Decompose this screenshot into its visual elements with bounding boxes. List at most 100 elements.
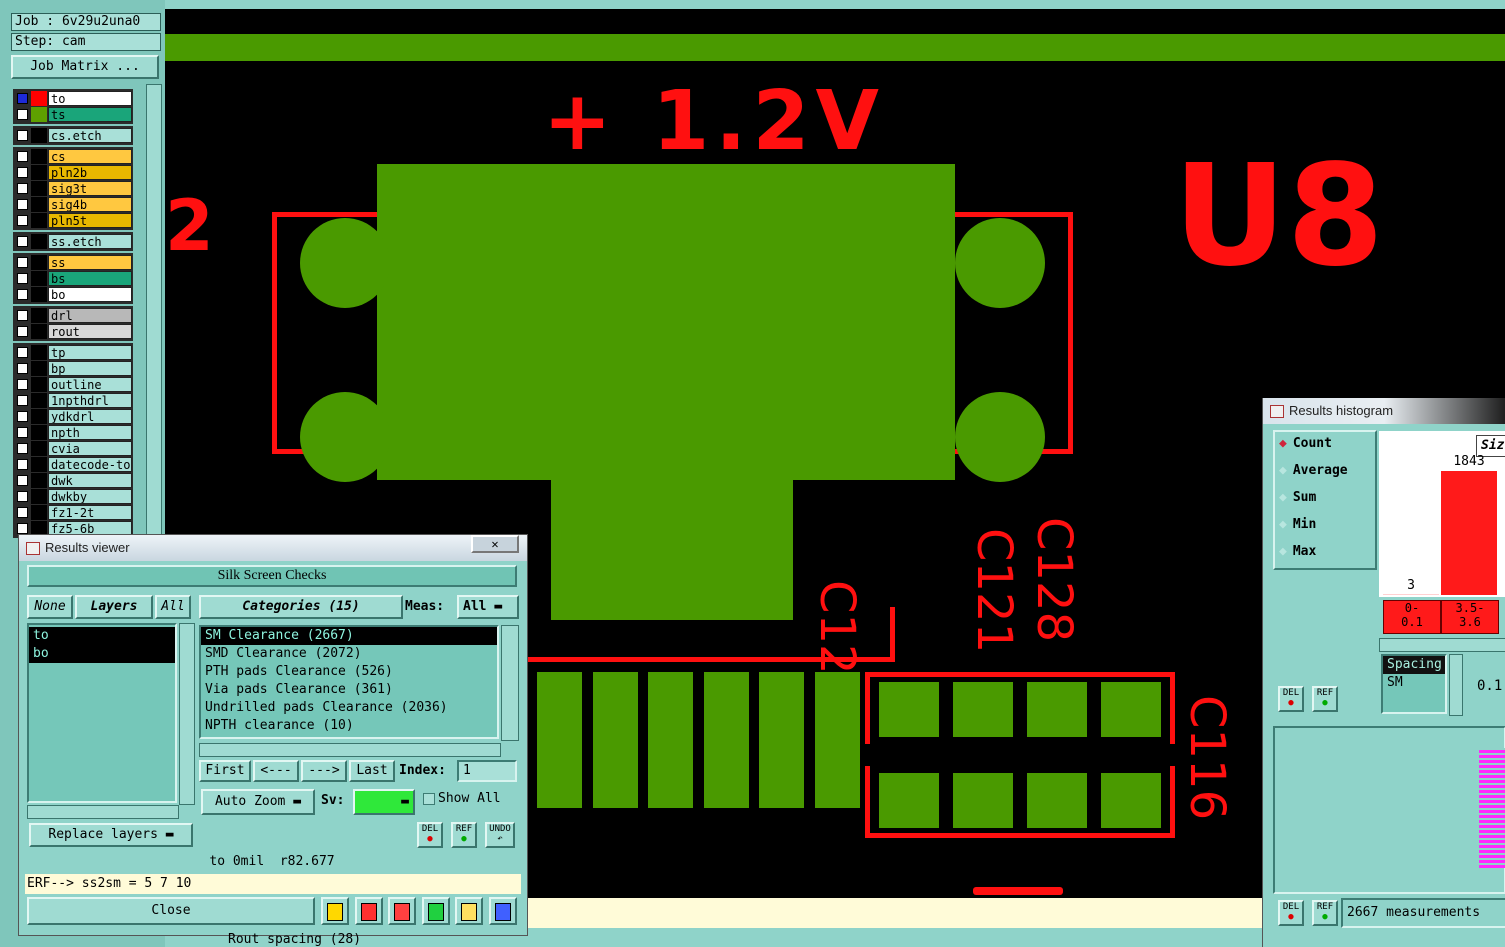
layer-row-drl[interactable]: drl bbox=[15, 308, 132, 323]
layer-name[interactable]: 1npthdrl bbox=[48, 393, 132, 408]
layer-color-swatch[interactable] bbox=[31, 149, 47, 164]
graph-icon-button[interactable] bbox=[354, 897, 383, 925]
layer-name[interactable]: cs.etch bbox=[48, 128, 132, 143]
category-item[interactable]: Via pads Clearance (361) bbox=[201, 681, 497, 699]
layer-checkbox[interactable] bbox=[17, 215, 28, 226]
layer-name[interactable]: sig4b bbox=[48, 197, 132, 212]
layer-checkbox[interactable] bbox=[17, 347, 28, 358]
spacing-item[interactable]: SM bbox=[1383, 674, 1445, 692]
layer-color-swatch[interactable] bbox=[31, 271, 47, 286]
mode-sum[interactable]: ◆ Sum bbox=[1279, 490, 1316, 505]
layer-row-tp[interactable]: tp bbox=[15, 345, 132, 360]
layer-name[interactable]: fz1-2t bbox=[48, 505, 132, 520]
report-icon-button[interactable] bbox=[321, 897, 349, 925]
layer-color-swatch[interactable] bbox=[31, 181, 47, 196]
layer-name[interactable]: cvia bbox=[48, 441, 132, 456]
mode-average[interactable]: ◆ Average bbox=[1279, 463, 1348, 478]
histogram-bar[interactable] bbox=[1441, 471, 1497, 595]
layer-row-outline[interactable]: outline bbox=[15, 377, 132, 392]
layer-color-swatch[interactable] bbox=[31, 393, 47, 408]
layer-color-swatch[interactable] bbox=[31, 213, 47, 228]
category-item[interactable]: NPTH clearance (10) bbox=[201, 717, 497, 735]
layer-color-swatch[interactable] bbox=[31, 128, 47, 143]
layer-row-ydkdrl[interactable]: ydkdrl bbox=[15, 409, 132, 424]
layer-color-swatch[interactable] bbox=[31, 255, 47, 270]
hist-ref-button[interactable]: REF ● bbox=[1312, 686, 1338, 712]
delete-icon-button[interactable] bbox=[388, 897, 416, 925]
layer-color-swatch[interactable] bbox=[31, 457, 47, 472]
layer-checkbox[interactable] bbox=[17, 183, 28, 194]
layer-checkbox[interactable] bbox=[17, 199, 28, 210]
layer-name[interactable]: tp bbox=[48, 345, 132, 360]
layer-list-item[interactable]: bo bbox=[29, 645, 175, 663]
notes-icon-button[interactable] bbox=[455, 897, 483, 925]
layer-list-item[interactable]: to bbox=[29, 627, 175, 645]
histogram-hscroll[interactable] bbox=[1379, 638, 1505, 652]
last-button[interactable]: Last bbox=[349, 760, 395, 782]
layer-color-swatch[interactable] bbox=[31, 489, 47, 504]
mode-max[interactable]: ◆ Max bbox=[1279, 544, 1316, 559]
layer-row-sig4b[interactable]: sig4b bbox=[15, 197, 132, 212]
hist-ref-button-2[interactable]: REF ● bbox=[1312, 900, 1338, 926]
categories-hscroll[interactable] bbox=[199, 743, 501, 757]
layer-color-swatch[interactable] bbox=[31, 308, 47, 323]
layer-color-swatch[interactable] bbox=[31, 425, 47, 440]
histogram-bin-label[interactable]: 0- 0.1 bbox=[1383, 600, 1441, 634]
del-button[interactable]: DEL ● bbox=[417, 822, 443, 848]
layer-checkbox[interactable] bbox=[17, 379, 28, 390]
layer-color-swatch[interactable] bbox=[31, 361, 47, 376]
window-close-button[interactable]: ✕ bbox=[471, 535, 519, 553]
category-item[interactable]: SMD Clearance (2072) bbox=[201, 645, 497, 663]
layer-color-swatch[interactable] bbox=[31, 505, 47, 520]
layer-color-swatch[interactable] bbox=[31, 409, 47, 424]
layer-row-ss.etch[interactable]: ss.etch bbox=[15, 234, 132, 249]
layer-color-swatch[interactable] bbox=[31, 287, 47, 302]
layer-name[interactable]: npth bbox=[48, 425, 132, 440]
layer-color-swatch[interactable] bbox=[31, 324, 47, 339]
highlight-icon-button[interactable] bbox=[421, 897, 450, 925]
layer-color-swatch[interactable] bbox=[31, 473, 47, 488]
layer-color-swatch[interactable] bbox=[31, 345, 47, 360]
layer-checkbox[interactable] bbox=[17, 151, 28, 162]
layer-checkbox[interactable] bbox=[17, 273, 28, 284]
category-item[interactable]: SM Clearance (2667) bbox=[201, 627, 497, 645]
layer-name[interactable]: dwk bbox=[48, 473, 132, 488]
layer-color-swatch[interactable] bbox=[31, 441, 47, 456]
layer-name[interactable]: to bbox=[48, 91, 132, 106]
layer-row-rout[interactable]: rout bbox=[15, 324, 132, 339]
layer-row-dwk[interactable]: dwk bbox=[15, 473, 132, 488]
layers-hscroll[interactable] bbox=[27, 805, 179, 819]
histogram-titlebar[interactable]: Results histogram bbox=[1263, 398, 1505, 424]
layer-checkbox[interactable] bbox=[17, 459, 28, 470]
layer-name[interactable]: pln5t bbox=[48, 213, 132, 228]
layer-color-swatch[interactable] bbox=[31, 91, 47, 106]
layer-checkbox[interactable] bbox=[17, 427, 28, 438]
index-input[interactable]: 1 bbox=[457, 760, 517, 782]
undo-button[interactable]: UNDO ↶ bbox=[485, 822, 515, 848]
layer-row-pln5t[interactable]: pln5t bbox=[15, 213, 132, 228]
layer-row-cs[interactable]: cs bbox=[15, 149, 132, 164]
layer-checkbox[interactable] bbox=[17, 411, 28, 422]
layer-row-datecode-to[interactable]: datecode-to bbox=[15, 457, 132, 472]
categories-button[interactable]: Categories (15) bbox=[199, 595, 403, 619]
hist-del-button[interactable]: DEL ● bbox=[1278, 686, 1304, 712]
layer-checkbox[interactable] bbox=[17, 130, 28, 141]
layer-checkbox[interactable] bbox=[17, 93, 28, 104]
layer-checkbox[interactable] bbox=[17, 491, 28, 502]
histogram-icon-button[interactable] bbox=[488, 897, 517, 925]
layer-row-ss[interactable]: ss bbox=[15, 255, 132, 270]
layer-row-cs.etch[interactable]: cs.etch bbox=[15, 128, 132, 143]
layer-row-1npthdrl[interactable]: 1npthdrl bbox=[15, 393, 132, 408]
close-button[interactable]: Close bbox=[27, 897, 315, 925]
categories-vscroll[interactable] bbox=[501, 625, 519, 741]
mode-count[interactable]: ◆ Count bbox=[1279, 436, 1332, 451]
job-matrix-button[interactable]: Job Matrix ... bbox=[11, 55, 159, 79]
layer-name[interactable]: dwkby bbox=[48, 489, 132, 504]
layer-row-sig3t[interactable]: sig3t bbox=[15, 181, 132, 196]
layers-listbox[interactable]: to bo bbox=[27, 623, 177, 803]
layer-checkbox[interactable] bbox=[17, 310, 28, 321]
layers-button[interactable]: Layers bbox=[75, 595, 153, 619]
results-viewer-titlebar[interactable]: Results viewer bbox=[19, 535, 527, 561]
prev-button[interactable]: <--- bbox=[253, 760, 299, 782]
layer-name[interactable]: ss bbox=[48, 255, 132, 270]
